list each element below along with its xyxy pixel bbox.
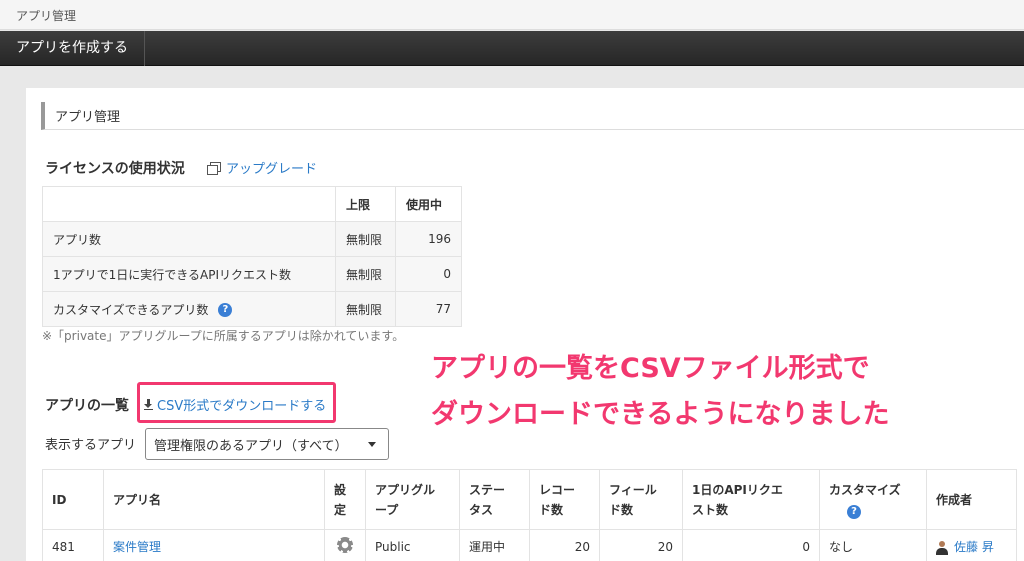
chevron-down-icon: [368, 442, 376, 447]
csv-download-link[interactable]: CSV形式でダウンロードする: [144, 395, 326, 414]
app-group: Public: [365, 529, 460, 561]
toolbar: アプリを作成する: [0, 31, 1024, 66]
license-row-used: 196: [395, 221, 462, 257]
breadcrumb: アプリ管理: [0, 0, 1024, 30]
apps-table: ID アプリ名 設定 アプリグル ープ ステー タス レコー ド数 フィール ド…: [42, 469, 1017, 561]
app-filter-select[interactable]: 管理権限のあるアプリ（すべて）: [145, 428, 389, 460]
callout-annotation: アプリの一覧をCSVファイル形式で ダウンロードできるようになりました: [431, 346, 889, 438]
table-row: アプリ数 無制限 196: [42, 221, 462, 257]
col-api-requests[interactable]: 1日のAPIリクエ スト数: [682, 469, 820, 530]
license-row-label: アプリ数: [42, 221, 336, 257]
section-title: アプリ管理: [41, 102, 1024, 130]
external-window-icon: [207, 162, 221, 175]
table-row: 481 案件管理 Public 運用中 20 20 0 なし 佐藤 昇: [42, 529, 1017, 561]
col-id[interactable]: ID: [42, 469, 104, 530]
license-header-row: 上限 使用中: [42, 186, 462, 222]
license-row-used: 0: [395, 256, 462, 292]
app-records: 20: [529, 529, 600, 561]
col-app-name[interactable]: アプリ名: [103, 469, 325, 530]
main-panel: アプリ管理 ライセンスの使用状況 アップグレード 上限 使用中 アプリ数 無制限…: [26, 88, 1024, 561]
app-id: 481: [42, 529, 104, 561]
col-fields[interactable]: フィール ド数: [599, 469, 683, 530]
app-customize: なし: [819, 529, 927, 561]
callout-line-2: ダウンロードできるようになりました: [431, 399, 890, 430]
user-icon: [936, 540, 948, 555]
license-title: ライセンスの使用状況: [45, 161, 185, 177]
csv-download-label: CSV形式でダウンロードする: [157, 399, 327, 414]
col-settings: 設定: [324, 469, 366, 530]
license-header-used: 使用中: [395, 186, 462, 222]
license-row-limit: 無制限: [335, 291, 396, 327]
license-row-label-cell: カスタマイズできるアプリ数?: [42, 291, 336, 327]
app-status: 運用中: [459, 529, 530, 561]
callout-line-1: アプリの一覧をCSVファイル形式で: [431, 353, 870, 384]
apps-title: アプリの一覧: [45, 398, 129, 414]
col-customize[interactable]: カスタマイズ ?: [819, 469, 927, 530]
col-status[interactable]: ステー タス: [459, 469, 530, 530]
upgrade-label: アップグレード: [226, 162, 318, 177]
create-app-button[interactable]: アプリを作成する: [0, 31, 145, 66]
table-row: 1アプリで1日に実行できるAPIリクエスト数 無制限 0: [42, 256, 462, 292]
col-creator[interactable]: 作成者: [926, 469, 1017, 530]
license-row-limit: 無制限: [335, 221, 396, 257]
apps-header-row: ID アプリ名 設定 アプリグル ープ ステー タス レコー ド数 フィール ド…: [42, 469, 1017, 530]
table-row: カスタマイズできるアプリ数? 無制限 77: [42, 291, 462, 327]
creator-cell: 佐藤 昇: [926, 529, 1017, 561]
license-row-used: 77: [395, 291, 462, 327]
license-row-label: カスタマイズできるアプリ数: [53, 302, 209, 317]
gear-icon[interactable]: [337, 537, 353, 553]
col-records[interactable]: レコー ド数: [529, 469, 600, 530]
filter-label: 表示するアプリ: [45, 438, 137, 453]
filter-selected-value: 管理権限のあるアプリ（すべて）: [154, 439, 348, 454]
app-name-link[interactable]: 案件管理: [113, 540, 161, 554]
app-fields: 20: [599, 529, 683, 561]
col-app-group[interactable]: アプリグル ープ: [365, 469, 460, 530]
license-row-label: 1アプリで1日に実行できるAPIリクエスト数: [42, 256, 336, 292]
upgrade-link[interactable]: アップグレード: [207, 158, 317, 177]
license-row-limit: 無制限: [335, 256, 396, 292]
license-note: ※「private」アプリグループに所属するアプリは除かれています。: [42, 329, 405, 343]
license-header-limit: 上限: [335, 186, 396, 222]
license-table: 上限 使用中 アプリ数 無制限 196 1アプリで1日に実行できるAPIリクエス…: [42, 186, 462, 327]
settings-cell: [324, 529, 366, 561]
help-icon[interactable]: ?: [218, 303, 233, 317]
creator-link[interactable]: 佐藤 昇: [954, 540, 994, 554]
app-name-cell: 案件管理: [103, 529, 325, 561]
app-api-requests: 0: [682, 529, 820, 561]
help-icon[interactable]: ?: [847, 504, 861, 519]
license-header-empty: [42, 186, 336, 222]
download-icon: [144, 399, 153, 410]
col-customize-label: カスタマイズ: [829, 482, 901, 497]
